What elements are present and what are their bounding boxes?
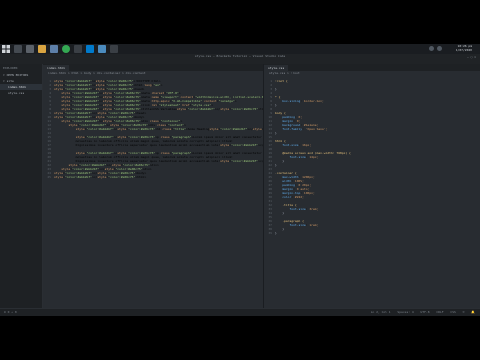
code-line[interactable]: } — [275, 163, 277, 167]
code-line[interactable]: } — [275, 211, 284, 215]
code-line[interactable]: style="color:#abb2bf"></style="color:#e0… — [54, 175, 146, 179]
status-bar: ⊗ 0 ⚠ 0 Ln 2, Col 1 Spaces: 4 UTF-8 CRLF… — [0, 308, 480, 316]
encoding[interactable]: UTF-8 — [421, 310, 430, 314]
left-tab-bar: index.html — [43, 64, 263, 71]
left-editor[interactable]: index.html > html > body > div.container… — [43, 71, 307, 308]
problems-indicator[interactable]: ⊗ 0 ⚠ 0 — [4, 310, 17, 314]
code-line[interactable]: } — [275, 231, 277, 235]
volume-icon[interactable] — [437, 46, 442, 51]
code-line[interactable]: color: #222; — [275, 195, 304, 199]
code-line[interactable]: :root { — [275, 79, 288, 83]
chrome-icon[interactable] — [62, 45, 70, 53]
app-icon[interactable] — [110, 45, 118, 53]
right-editor[interactable]: style.css > :root 1 2 3 4 5 6 7 8 9 10 11 12 13 14 15 1… — [264, 71, 480, 308]
status-right: Ln 2, Col 1 Spaces: 4 UTF-8 CRLF CSS ☺ 🔔 — [366, 310, 475, 314]
left-breadcrumb[interactable]: index.html > html > body > div.container… — [43, 71, 146, 76]
network-icon[interactable] — [429, 46, 434, 51]
clock[interactable]: 10:26 pm 1/07/2020 — [456, 44, 472, 52]
line-ending[interactable]: CRLF — [436, 310, 443, 314]
right-breadcrumb[interactable]: style.css > :root — [264, 71, 300, 76]
code-line[interactable]: font-family: 'Open Sans'; — [275, 127, 327, 131]
code-line[interactable]: } — [275, 103, 277, 107]
indentation[interactable]: Spaces: 4 — [397, 310, 413, 314]
vscode-icon[interactable] — [86, 45, 94, 53]
right-tab-bar: style.css — [264, 64, 480, 71]
app-icon[interactable] — [74, 45, 82, 53]
windows-start-icon[interactable] — [2, 45, 10, 53]
line-number: 39 — [268, 231, 272, 235]
explorer-header: EXPLORER — [3, 66, 18, 70]
file-explorer-icon[interactable] — [38, 45, 46, 53]
notifications-icon[interactable]: 🔔 — [471, 310, 475, 314]
photos-icon[interactable] — [50, 45, 58, 53]
code-line[interactable]: } — [275, 87, 277, 91]
cursor-position[interactable]: Ln 2, Col 1 — [371, 310, 391, 314]
language-mode[interactable]: CSS — [450, 310, 455, 314]
code-line[interactable]: font-size: 16px; — [275, 143, 311, 147]
task-view-icon[interactable] — [26, 45, 34, 53]
taskbar: 10:26 pm 1/07/2020 — [0, 44, 480, 54]
terminal-icon[interactable] — [98, 45, 106, 53]
sidebar-item-style-css[interactable]: style.css — [0, 90, 42, 96]
code-line[interactable]: style="color:#abb2bf"><style="color:#e06… — [54, 127, 298, 131]
search-icon[interactable] — [14, 45, 22, 53]
explorer-sidebar: EXPLORER ▾ OPEN EDITORS ▾ site index.htm… — [0, 64, 43, 316]
code-line[interactable]: } — [275, 131, 277, 135]
code-line[interactable]: box-sizing: border-box; — [275, 99, 324, 103]
feedback-icon[interactable]: ☺ — [463, 310, 465, 314]
line-number: 25 — [47, 175, 51, 179]
